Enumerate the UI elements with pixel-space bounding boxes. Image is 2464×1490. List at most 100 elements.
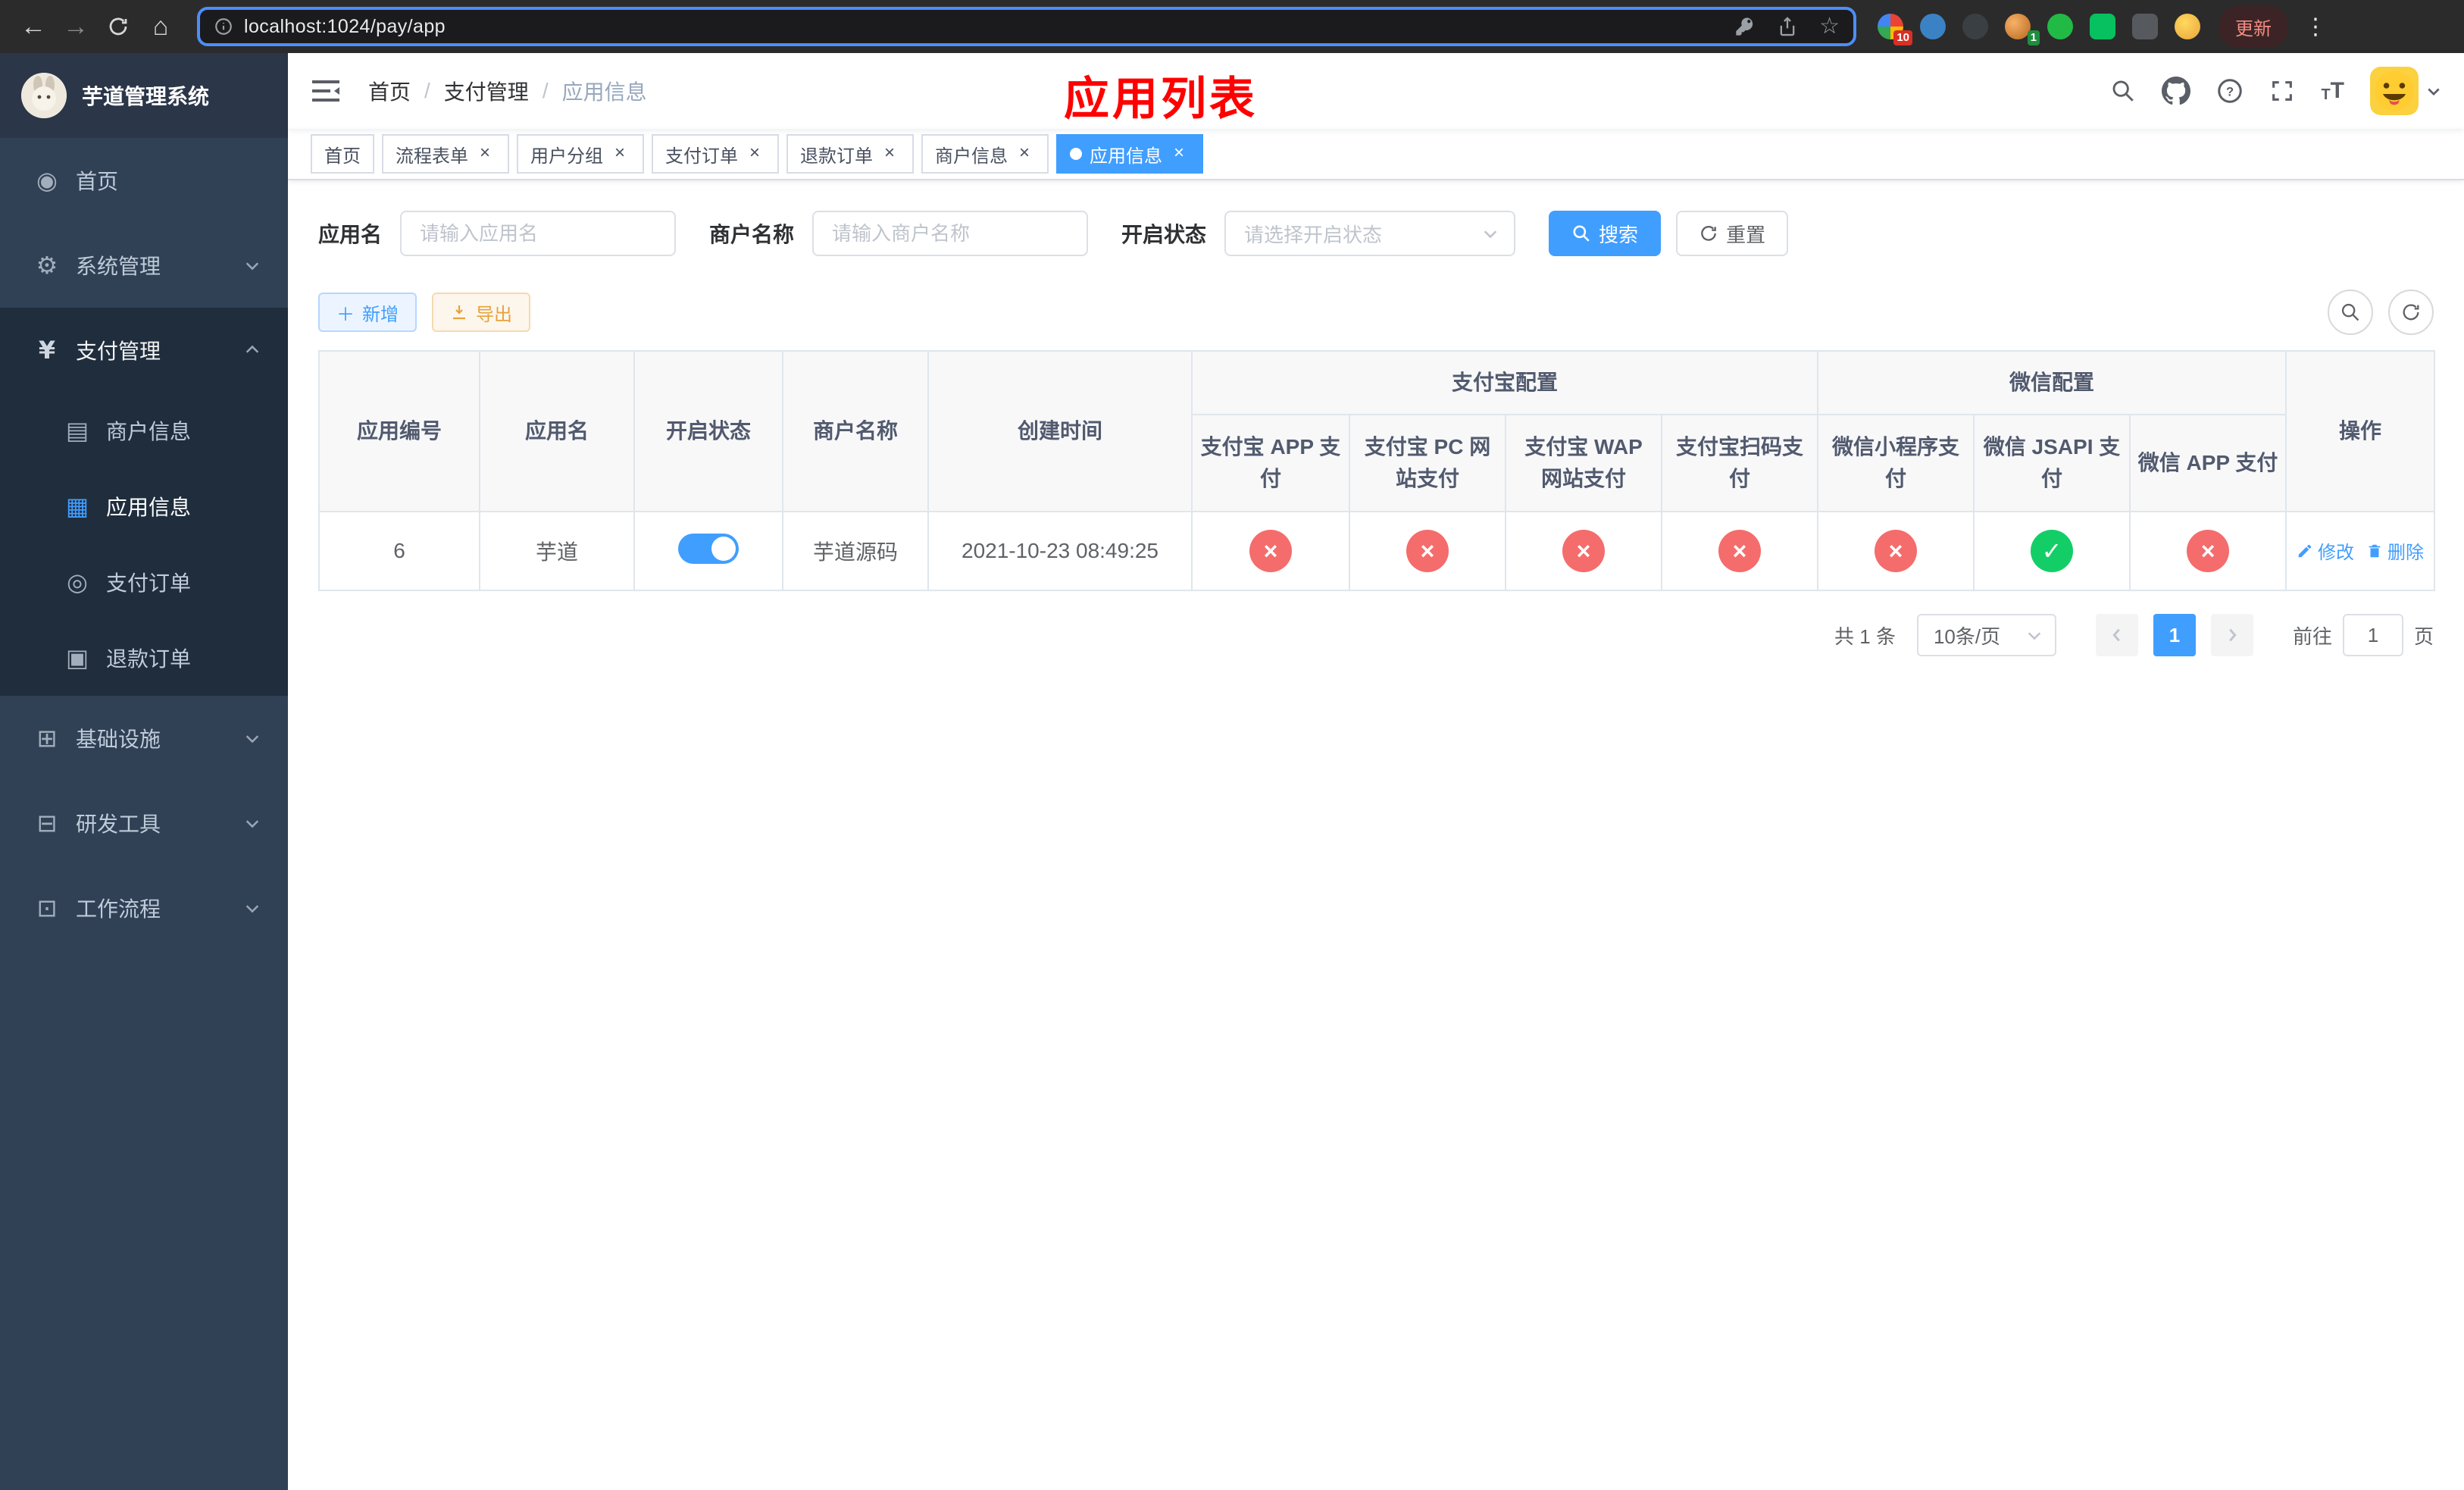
close-icon[interactable]: × bbox=[1014, 143, 1035, 164]
page-number-button[interactable]: 1 bbox=[2153, 614, 2196, 656]
home-button[interactable]: ⌂ bbox=[139, 5, 182, 48]
extension-icon[interactable] bbox=[2132, 14, 2158, 39]
chrome-update-button[interactable]: 更新 bbox=[2219, 5, 2288, 48]
sidebar-toggle-icon[interactable] bbox=[311, 79, 344, 103]
edit-button[interactable]: 修改 bbox=[2297, 537, 2354, 564]
col-header-merchant: 商户名称 bbox=[782, 350, 929, 512]
search-icon[interactable] bbox=[2110, 78, 2136, 104]
extension-icon[interactable] bbox=[1962, 14, 1988, 39]
cell-merchant: 芋道源码 bbox=[782, 511, 929, 591]
goto-label: 前往 bbox=[2292, 624, 2332, 648]
export-button-label: 导出 bbox=[476, 304, 512, 325]
sidebar-item-label: 支付订单 bbox=[106, 571, 192, 595]
sidebar-item-payment[interactable]: ¥ 支付管理 bbox=[0, 308, 288, 393]
status-label: 开启状态 bbox=[1121, 223, 1207, 246]
close-icon[interactable]: × bbox=[1168, 143, 1190, 164]
gear-icon: ⚙ bbox=[36, 251, 58, 280]
cell-wx-mini: × bbox=[1817, 511, 1975, 591]
chevron-down-icon bbox=[2428, 88, 2440, 96]
password-key-icon[interactable] bbox=[1734, 16, 1756, 37]
sidebar-item-app-info[interactable]: ▦ 应用信息 bbox=[0, 468, 288, 544]
sidebar-item-merchant-info[interactable]: ▤ 商户信息 bbox=[0, 393, 288, 468]
forward-button[interactable]: → bbox=[55, 5, 97, 48]
extension-icon[interactable] bbox=[1920, 14, 1946, 39]
share-icon[interactable] bbox=[1777, 16, 1798, 37]
sidebar-item-home[interactable]: ◉ 首页 bbox=[0, 138, 288, 223]
search-button[interactable]: 搜索 bbox=[1549, 211, 1662, 256]
extension-icon[interactable]: 1 bbox=[2005, 14, 2040, 45]
col-header-alipay-app: 支付宝 APP 支付 bbox=[1191, 414, 1350, 512]
group-header-alipay: 支付宝配置 bbox=[1190, 350, 1819, 415]
address-bar[interactable]: localhost:1024/pay/app ☆ bbox=[197, 7, 1856, 46]
cell-wx-jsapi: ✓ bbox=[1973, 511, 2131, 591]
reset-button[interactable]: 重置 bbox=[1676, 211, 1789, 256]
extension-icon[interactable] bbox=[2175, 14, 2200, 39]
extension-icon[interactable]: 10 bbox=[1878, 14, 1912, 45]
page-size-select[interactable]: 10条/页 bbox=[1916, 614, 2056, 656]
reload-icon bbox=[109, 17, 127, 36]
col-header-app-name: 应用名 bbox=[479, 350, 635, 512]
col-header-wx-mini: 微信小程序支付 bbox=[1817, 414, 1975, 512]
status-select[interactable]: 请选择开启状态 bbox=[1224, 211, 1516, 256]
refresh-table-button[interactable] bbox=[2388, 290, 2434, 335]
merchant-name-input[interactable] bbox=[812, 211, 1089, 256]
prev-page-button[interactable] bbox=[2095, 614, 2138, 656]
reload-button[interactable] bbox=[97, 5, 139, 48]
goto-page-input[interactable] bbox=[2342, 614, 2403, 656]
fullscreen-icon[interactable] bbox=[2269, 78, 2295, 104]
delete-button-label: 删除 bbox=[2387, 543, 2425, 564]
sidebar-item-refund-order[interactable]: ▣ 退款订单 bbox=[0, 620, 288, 696]
cell-app-id: 6 bbox=[318, 511, 480, 591]
export-button[interactable]: 导出 bbox=[432, 293, 530, 332]
sidebar-item-workflow[interactable]: ⊡ 工作流程 bbox=[0, 866, 288, 950]
tab-process-form[interactable]: 流程表单 × bbox=[382, 134, 509, 174]
extension-icon[interactable] bbox=[2090, 14, 2115, 39]
close-icon[interactable]: × bbox=[744, 143, 765, 164]
tab-pay-order[interactable]: 支付订单 × bbox=[652, 134, 779, 174]
user-menu[interactable] bbox=[2370, 67, 2441, 115]
yen-icon: ¥ bbox=[38, 336, 56, 365]
back-button[interactable]: ← bbox=[12, 5, 55, 48]
breadcrumb-home[interactable]: 首页 bbox=[368, 76, 411, 106]
trash-icon bbox=[2369, 544, 2381, 557]
goto-page: 前往 页 bbox=[2293, 614, 2434, 656]
tab-refund-order[interactable]: 退款订单 × bbox=[786, 134, 914, 174]
extension-icon[interactable] bbox=[2047, 14, 2073, 39]
app-name-input[interactable] bbox=[400, 211, 677, 256]
font-size-icon[interactable]: TT bbox=[2321, 78, 2344, 104]
sidebar-item-label: 基础设施 bbox=[76, 728, 161, 751]
sidebar-item-infrastructure[interactable]: ⊞ 基础设施 bbox=[0, 696, 288, 781]
site-info-icon[interactable] bbox=[214, 17, 233, 36]
next-page-button[interactable] bbox=[2210, 614, 2253, 656]
add-button[interactable]: ＋ 新增 bbox=[318, 293, 417, 332]
sidebar-logo[interactable]: 芋道管理系统 bbox=[0, 53, 288, 138]
app-title: 芋道管理系统 bbox=[82, 85, 210, 108]
github-icon[interactable] bbox=[2162, 77, 2191, 105]
bookmark-star-icon[interactable]: ☆ bbox=[1819, 15, 1840, 38]
sidebar-item-system[interactable]: ⚙ 系统管理 bbox=[0, 223, 288, 308]
close-icon[interactable]: × bbox=[609, 143, 630, 164]
browser-menu-icon[interactable]: ⋮ bbox=[2300, 14, 2331, 40]
disabled-status-icon: × bbox=[1875, 530, 1918, 572]
help-icon[interactable]: ? bbox=[2216, 77, 2244, 105]
sidebar-item-pay-order[interactable]: ◎ 支付订单 bbox=[0, 544, 288, 620]
delete-button[interactable]: 删除 bbox=[2366, 537, 2424, 564]
cell-app-name: 芋道 bbox=[479, 511, 635, 591]
breadcrumb-section[interactable]: 支付管理 bbox=[444, 76, 529, 106]
merchant-name-label: 商户名称 bbox=[709, 223, 795, 246]
close-icon[interactable]: × bbox=[879, 143, 900, 164]
tab-home[interactable]: 首页 bbox=[311, 134, 374, 174]
toggle-search-button[interactable] bbox=[2328, 290, 2373, 335]
sidebar: 芋道管理系统 ◉ 首页 ⚙ 系统管理 ¥ 支付管理 ▤ 商户信息 ▦ 应用信息 … bbox=[0, 53, 288, 1490]
status-toggle[interactable] bbox=[678, 533, 739, 564]
chevron-down-icon bbox=[1484, 230, 1497, 239]
extension-badge: 10 bbox=[1893, 30, 1912, 45]
tab-app-info[interactable]: 应用信息 × bbox=[1056, 134, 1203, 174]
tab-user-group[interactable]: 用户分组 × bbox=[517, 134, 644, 174]
refresh-icon bbox=[1701, 226, 1716, 241]
main-area: 首页 / 支付管理 / 应用信息 应用列表 ? TT 首页 流程表单 × 用户分… bbox=[288, 53, 2464, 1490]
col-header-wx-app: 微信 APP 支付 bbox=[2129, 414, 2287, 512]
sidebar-item-dev-tools[interactable]: ⊟ 研发工具 bbox=[0, 781, 288, 866]
close-icon[interactable]: × bbox=[474, 143, 496, 164]
tab-merchant-info[interactable]: 商户信息 × bbox=[921, 134, 1049, 174]
